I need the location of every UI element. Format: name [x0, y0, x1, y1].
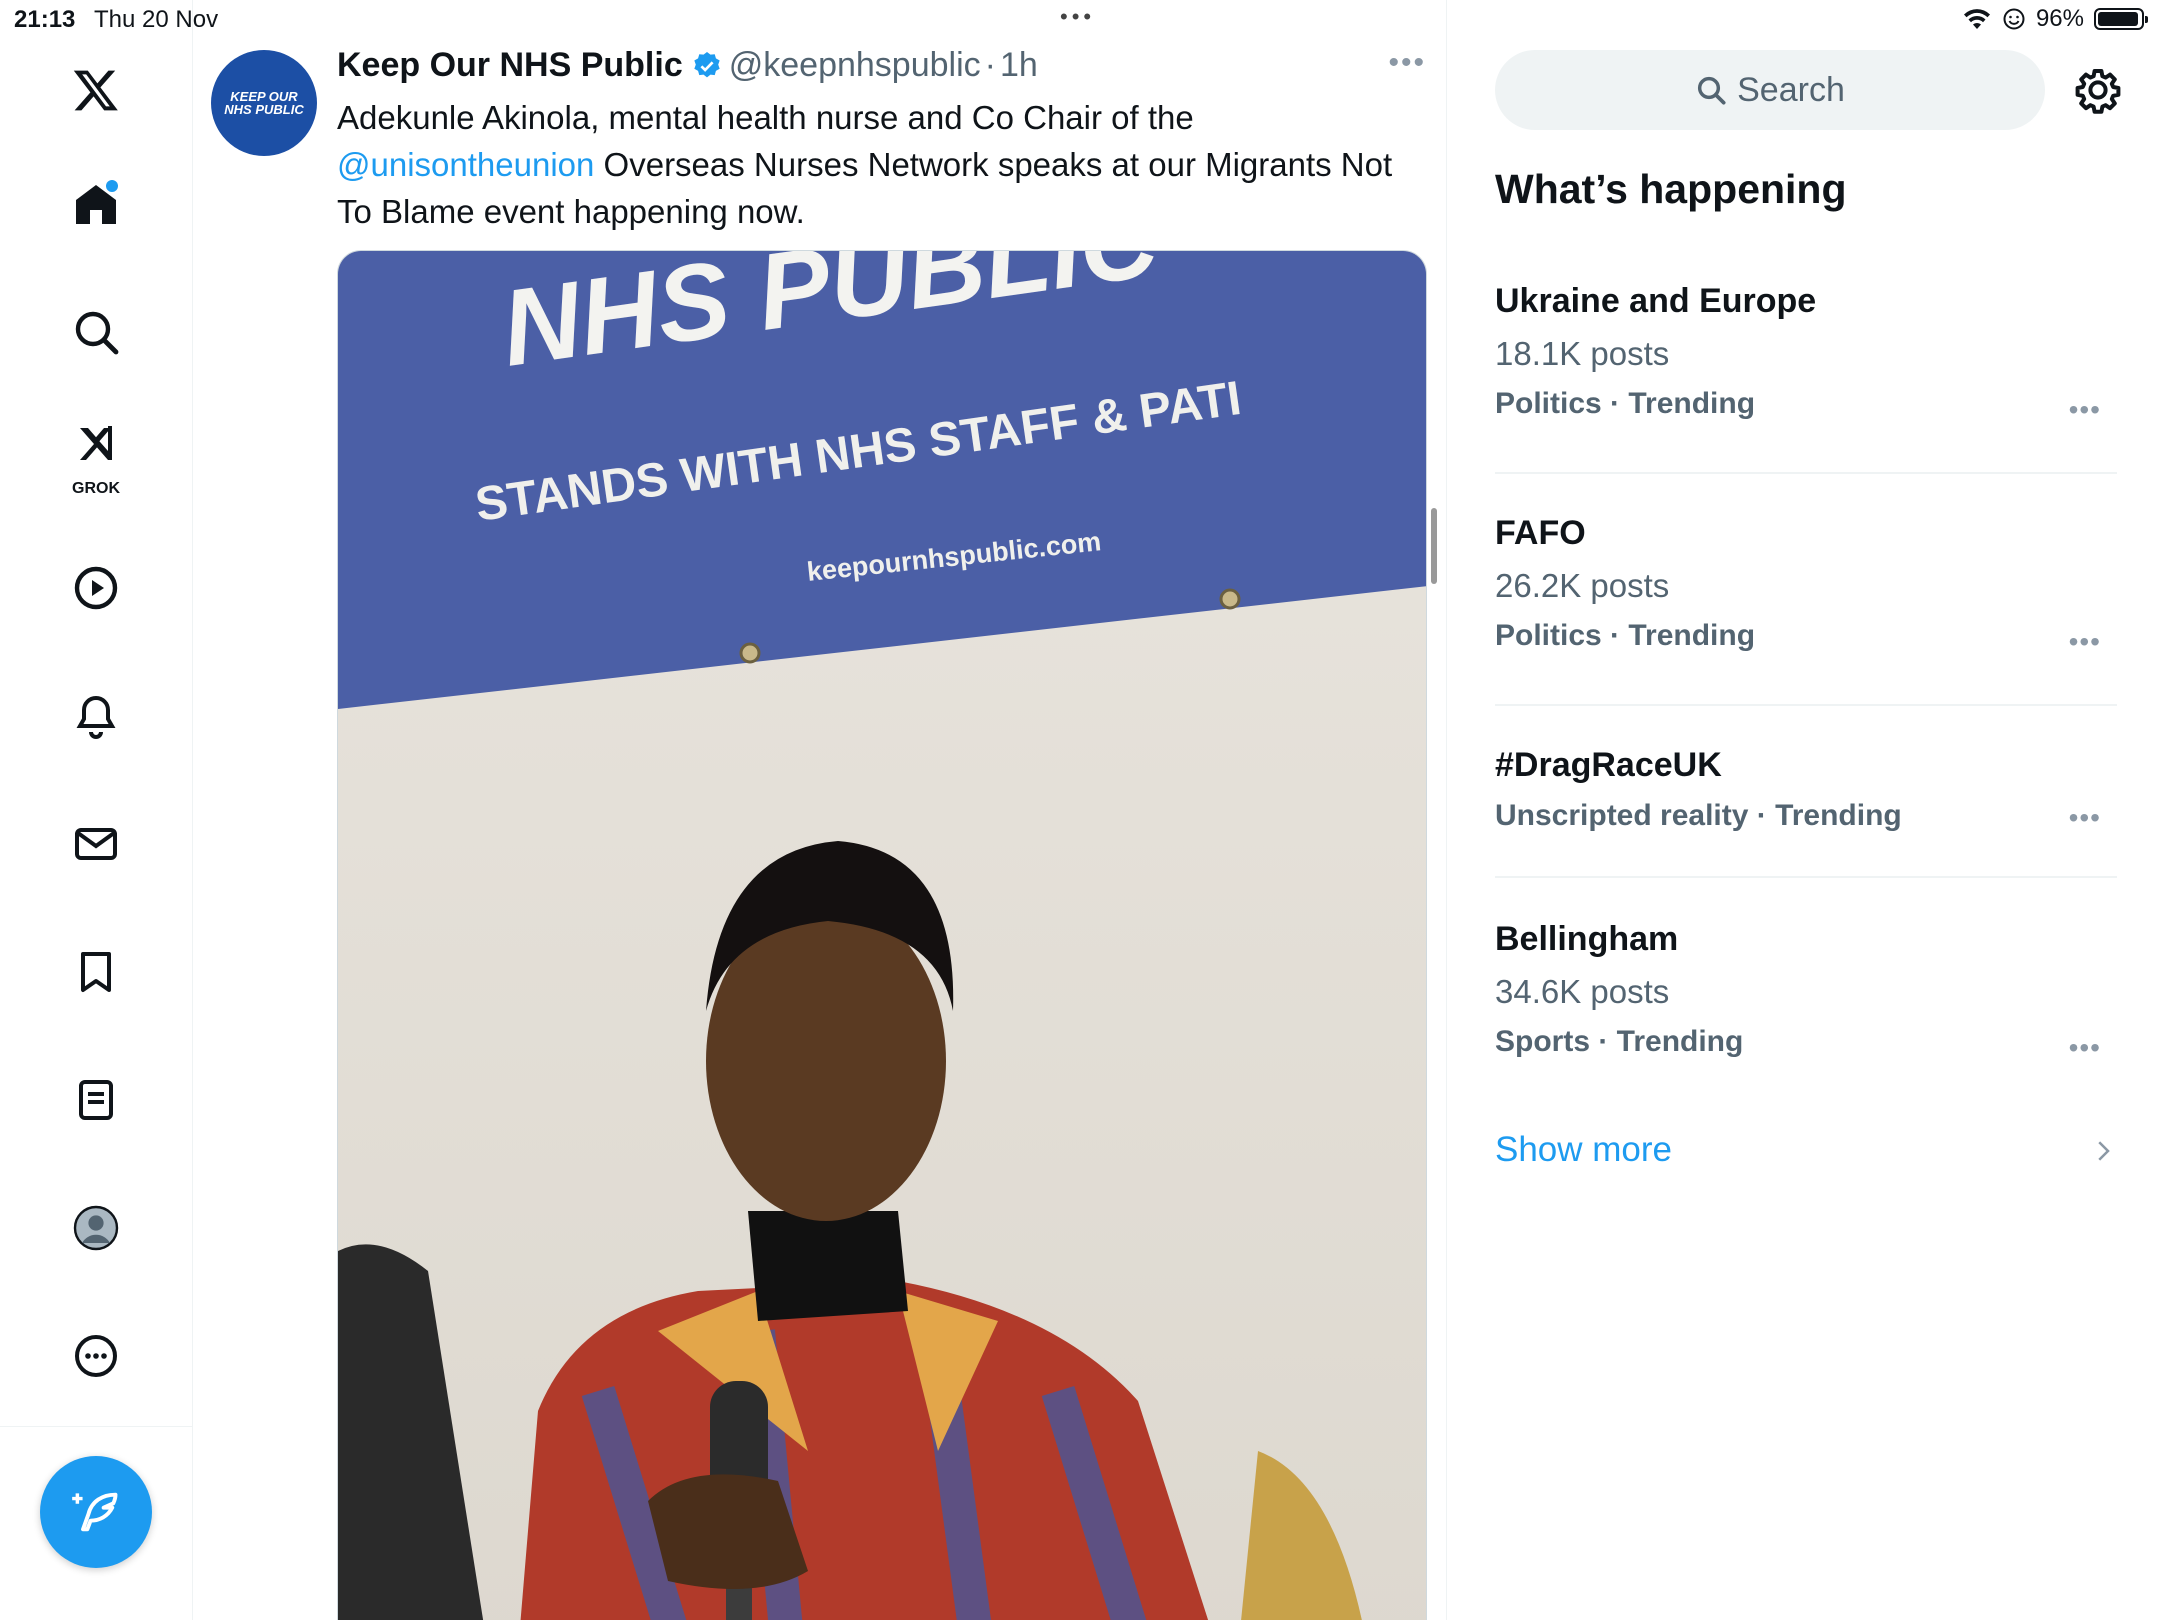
trend-item[interactable]: Bellingham 34.6K posts Sports · Trending… — [1495, 920, 2117, 1080]
x-logo-icon[interactable] — [46, 40, 146, 140]
trend-topic: FAFO — [1495, 514, 1586, 552]
home-icon[interactable] — [46, 154, 146, 254]
author-handle[interactable]: @keepnhspublic — [729, 46, 981, 85]
profile-icon[interactable] — [46, 1178, 146, 1278]
compose-feather-icon — [72, 1492, 118, 1532]
avatar-line-2: NHS PUBLIC — [224, 102, 304, 117]
scrollbar-thumb[interactable] — [1431, 508, 1437, 584]
settings-gear-icon[interactable] — [2074, 66, 2122, 114]
trend-topic: Ukraine and Europe — [1495, 282, 1817, 320]
trend-count: 18.1K posts — [1495, 335, 1670, 372]
notifications-icon[interactable] — [46, 666, 146, 766]
nav-divider — [0, 1426, 193, 1427]
tweet-text-part-1: Adekunle Akinola, mental health nurse an… — [337, 99, 1194, 136]
trend-more-icon[interactable]: ••• — [2069, 626, 2101, 658]
trend-more-icon[interactable]: ••• — [2069, 802, 2101, 834]
trend-topic: #DragRaceUK — [1495, 746, 1722, 784]
trend-topic: Bellingham — [1495, 920, 1679, 958]
background-person — [338, 1244, 484, 1620]
compose-post-button[interactable] — [40, 1456, 152, 1568]
section-title: What’s happening — [1495, 166, 1847, 212]
tweet-detail: KEEP OUR NHS PUBLIC Keep Our NHS Public … — [194, 0, 1447, 1620]
home-notification-dot — [106, 180, 118, 192]
chevron-right-icon[interactable] — [2088, 1136, 2118, 1166]
tweet-photo[interactable]: NHS PUBLIC STANDS WITH NHS STAFF & PATI … — [337, 250, 1427, 1620]
author-name[interactable]: Keep Our NHS Public — [337, 46, 683, 85]
trend-item[interactable]: FAFO 26.2K posts Politics · Trending ••• — [1495, 514, 2117, 706]
video-icon[interactable] — [46, 538, 146, 638]
more-icon[interactable] — [46, 1306, 146, 1406]
mention-link[interactable]: @unisontheunion — [337, 146, 594, 183]
right-sidebar: Search What’s happening Ukraine and Euro… — [1448, 0, 2160, 1620]
lists-icon[interactable] — [46, 1050, 146, 1150]
grok-icon[interactable]: GROK — [46, 404, 146, 504]
post-time[interactable]: 1h — [1000, 46, 1038, 85]
search-input[interactable]: Search — [1495, 50, 2045, 130]
verified-badge-icon — [694, 51, 720, 77]
tweet-more-icon[interactable]: ••• — [1388, 46, 1426, 80]
trend-more-icon[interactable]: ••• — [2069, 1032, 2101, 1064]
search-placeholder: Search — [1737, 70, 1845, 109]
header-separator: · — [984, 46, 996, 84]
search-field-icon — [1698, 76, 1726, 105]
search-icon[interactable] — [46, 282, 146, 382]
trend-more-icon[interactable]: ••• — [2069, 394, 2101, 426]
tweet-text: Adekunle Akinola, mental health nurse an… — [337, 94, 1397, 235]
photo-illustration: NHS PUBLIC STANDS WITH NHS STAFF & PATI … — [338, 251, 1426, 1620]
trend-item[interactable]: Ukraine and Europe 18.1K posts Politics … — [1495, 282, 2117, 474]
trend-count: 34.6K posts — [1495, 973, 1670, 1010]
bookmarks-icon[interactable] — [46, 922, 146, 1022]
trend-category: Politics · Trending — [1495, 619, 1756, 652]
grok-label: GROK — [72, 480, 120, 497]
messages-icon[interactable] — [46, 794, 146, 894]
trend-category: Sports · Trending — [1495, 1025, 1744, 1058]
left-nav: GROK — [0, 0, 193, 1620]
show-more-link[interactable]: Show more — [1495, 1130, 1672, 1170]
trend-category: Politics · Trending — [1495, 387, 1756, 420]
author-avatar[interactable]: KEEP OUR NHS PUBLIC — [211, 50, 317, 156]
trend-category: Unscripted reality · Trending — [1495, 799, 1902, 832]
tweet-header: Keep Our NHS Public @keepnhspublic · 1h — [337, 46, 1038, 85]
trend-count: 26.2K posts — [1495, 567, 1670, 604]
trend-item[interactable]: #DragRaceUK Unscripted reality · Trendin… — [1495, 746, 2117, 878]
